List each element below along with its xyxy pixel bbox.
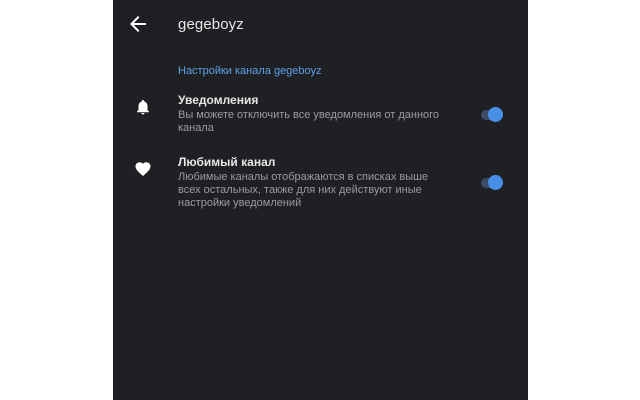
favorite-toggle[interactable] bbox=[480, 175, 504, 191]
heart-icon bbox=[134, 160, 152, 178]
back-button[interactable] bbox=[126, 12, 150, 36]
setting-description: Вы можете отключить все уведомления от д… bbox=[178, 109, 440, 134]
arrow-left-icon bbox=[126, 12, 150, 36]
toggle-thumb bbox=[488, 175, 503, 190]
bell-icon bbox=[134, 98, 152, 116]
channel-settings-panel: gegeboyz Настройки канала gegeboyz Уведо… bbox=[113, 0, 528, 400]
setting-description: Любимые каналы отображаются в списках вы… bbox=[178, 171, 429, 209]
setting-title: Уведомления bbox=[178, 93, 259, 107]
setting-title: Любимый канал bbox=[178, 155, 276, 169]
notifications-toggle[interactable] bbox=[480, 107, 504, 123]
header: gegeboyz bbox=[113, 0, 528, 50]
page-title: gegeboyz bbox=[178, 16, 244, 33]
toggle-thumb bbox=[488, 107, 503, 122]
setting-favorite-channel: Любимый канал Любимые каналы отображаютс… bbox=[113, 154, 528, 216]
setting-notifications: Уведомления Вы можете отключить все увед… bbox=[113, 92, 528, 142]
section-title: Настройки канала gegeboyz bbox=[178, 65, 322, 77]
